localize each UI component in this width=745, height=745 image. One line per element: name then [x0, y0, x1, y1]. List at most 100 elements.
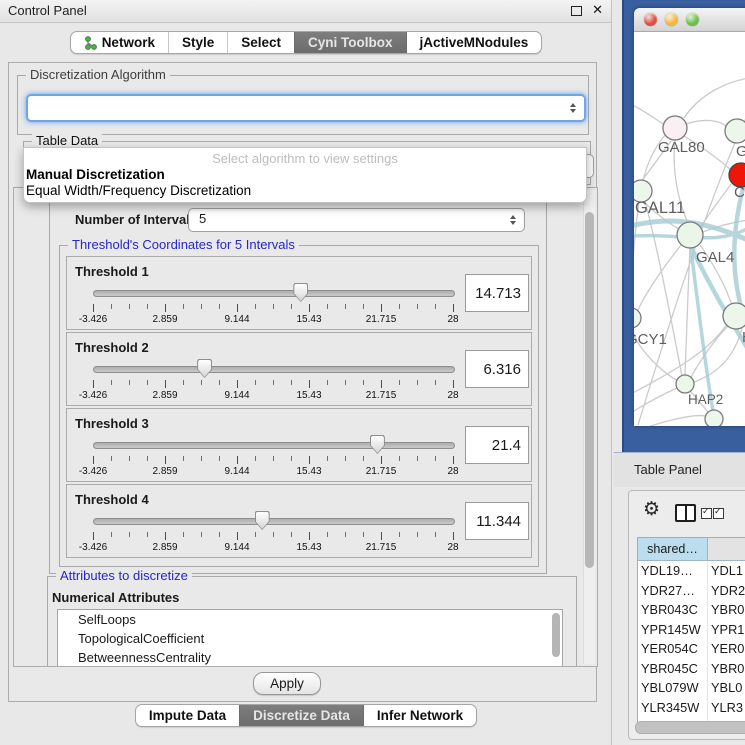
algorithm-option[interactable]: Manual Discretization [24, 167, 586, 183]
list-scrollbar[interactable] [552, 613, 560, 657]
apply-button[interactable]: Apply [253, 672, 321, 695]
table-cell: YBR043C [638, 600, 708, 620]
float-window-icon[interactable] [571, 6, 582, 16]
table-panel: ⚙ shared… n YDL19…YDL1YDR27…YDR2YBR043CY… [628, 490, 745, 740]
slider-track[interactable] [93, 366, 455, 373]
panel-scrollbar-thumb[interactable] [585, 212, 594, 568]
attribute-list-item[interactable]: TopologicalCoefficient [58, 629, 562, 648]
slider-thumb[interactable] [255, 511, 270, 530]
table-horizontal-scrollbar[interactable] [635, 721, 745, 734]
table-row[interactable]: YBR043CYBR0 [638, 600, 745, 620]
table-row[interactable]: YBR045CYBR0 [638, 659, 745, 679]
algorithm-combobox[interactable] [26, 94, 586, 122]
close-traffic-light[interactable] [644, 13, 657, 26]
column-header[interactable]: n [708, 538, 745, 560]
slider-track[interactable] [93, 442, 455, 449]
threshold-value-field[interactable]: 11.344 [465, 502, 529, 540]
network-node[interactable] [723, 303, 745, 329]
network-canvas[interactable]: GAL80GCGAL11GAL4GCY1HHAP2 [634, 32, 745, 426]
slider-track[interactable] [93, 518, 455, 525]
slider-tick [381, 456, 382, 464]
combo-arrows-icon [510, 215, 516, 225]
slider-tick-label: 28 [447, 466, 458, 477]
tab-jactivemnodules[interactable]: jActiveMNodules [406, 32, 542, 53]
slider-tick-label: 21.715 [366, 390, 397, 401]
network-node[interactable] [677, 222, 703, 248]
column-header[interactable]: shared… [638, 538, 708, 560]
attribute-list-item[interactable]: BetweennessCentrality [58, 648, 562, 667]
table-cell: YBL079W [638, 678, 708, 698]
slider-tick [201, 304, 202, 309]
slider-tick [147, 304, 148, 309]
close-icon[interactable]: ✕ [592, 2, 603, 18]
slider-tick [255, 304, 256, 309]
slider-thumb[interactable] [370, 435, 385, 454]
split-view-icon[interactable] [675, 504, 696, 522]
minimize-traffic-light[interactable] [665, 13, 678, 26]
network-window-titlebar[interactable] [634, 8, 745, 32]
network-node-label: GAL11 [635, 199, 685, 217]
slider-tick [165, 380, 166, 388]
table-cell: YLR345W [638, 698, 708, 718]
threshold-value-field[interactable]: 21.4 [465, 426, 529, 464]
table-row[interactable]: YBL079WYBL0 [638, 678, 745, 698]
table-row[interactable]: YDR27…YDR2 [638, 581, 745, 601]
network-node[interactable] [634, 308, 641, 328]
cyni-toolbox-content: Discretization Algorithm Select algorith… [8, 62, 597, 702]
slider-tick [165, 532, 166, 540]
table-row[interactable]: YDL19…YDL1 [638, 561, 745, 581]
slider-tick-label: 28 [447, 390, 458, 401]
tab-label: Style [182, 35, 214, 50]
num-intervals-combobox[interactable]: 5 [188, 208, 525, 232]
threshold-row: Threshold 3 -3.4262.8599.14415.4321.7152… [66, 408, 532, 482]
tab-label: Impute Data [149, 708, 226, 723]
panel-scrollbar[interactable] [583, 190, 595, 664]
slider-tick [237, 532, 238, 540]
control-panel: Control Panel ✕ NetworkStyleSelectCyni T… [0, 0, 612, 745]
slider-tick [219, 532, 220, 537]
table-cell: YER054C [638, 639, 708, 659]
tab-select[interactable]: Select [227, 32, 294, 53]
tab-network[interactable]: Network [71, 32, 168, 53]
table-row[interactable]: YPR145WYPR1 [638, 620, 745, 640]
network-window[interactable]: GAL80GCGAL11GAL4GCY1HHAP2 [634, 8, 745, 426]
slider-thumb[interactable] [293, 283, 308, 302]
algorithm-group-title: Discretization Algorithm [26, 67, 170, 82]
tab-label: Discretize Data [253, 708, 350, 723]
tab-infer-network[interactable]: Infer Network [363, 705, 476, 726]
attributes-group-title: Attributes to discretize [56, 568, 192, 583]
network-node[interactable] [725, 119, 745, 143]
attributes-list[interactable]: SelfLoopsTopologicalCoefficientBetweenne… [57, 609, 563, 667]
slider-tick [219, 380, 220, 385]
slider-track[interactable] [93, 290, 455, 297]
tab-impute-data[interactable]: Impute Data [136, 705, 239, 726]
slider-tick [147, 532, 148, 537]
network-node[interactable] [663, 116, 687, 140]
zoom-traffic-light[interactable] [686, 13, 699, 26]
slider-tick-label: 15.43 [296, 466, 321, 477]
tab-style[interactable]: Style [168, 32, 227, 53]
table-row[interactable]: YLR345WYLR3 [638, 698, 745, 718]
threshold-value-field[interactable]: 6.316 [465, 350, 529, 388]
network-node[interactable] [705, 410, 723, 426]
slider-tick [129, 456, 130, 461]
checkbox-icon[interactable] [713, 508, 724, 519]
num-intervals-value: 5 [199, 211, 206, 226]
tab-discretize-data[interactable]: Discretize Data [239, 705, 363, 726]
slider-tick [183, 380, 184, 385]
slider-thumb[interactable] [197, 359, 212, 378]
tab-cyni-toolbox[interactable]: Cyni Toolbox [294, 32, 406, 53]
slider-tick [381, 532, 382, 540]
gear-icon[interactable]: ⚙ [643, 498, 660, 520]
network-node[interactable] [676, 375, 694, 393]
node-table[interactable]: shared… n YDL19…YDL1YDR27…YDR2YBR043CYBR… [637, 537, 745, 733]
slider-tick [201, 532, 202, 537]
table-row[interactable]: YER054CYER0 [638, 639, 745, 659]
algorithm-option[interactable]: Equal Width/Frequency Discretization [24, 183, 586, 199]
attribute-list-item[interactable]: SelfLoops [58, 610, 562, 629]
slider-tick [453, 532, 454, 540]
slider-tick-label: -3.426 [79, 542, 107, 553]
slider-tick [291, 532, 292, 537]
threshold-value-field[interactable]: 14.713 [465, 274, 529, 312]
checkbox-icon[interactable] [701, 508, 712, 519]
